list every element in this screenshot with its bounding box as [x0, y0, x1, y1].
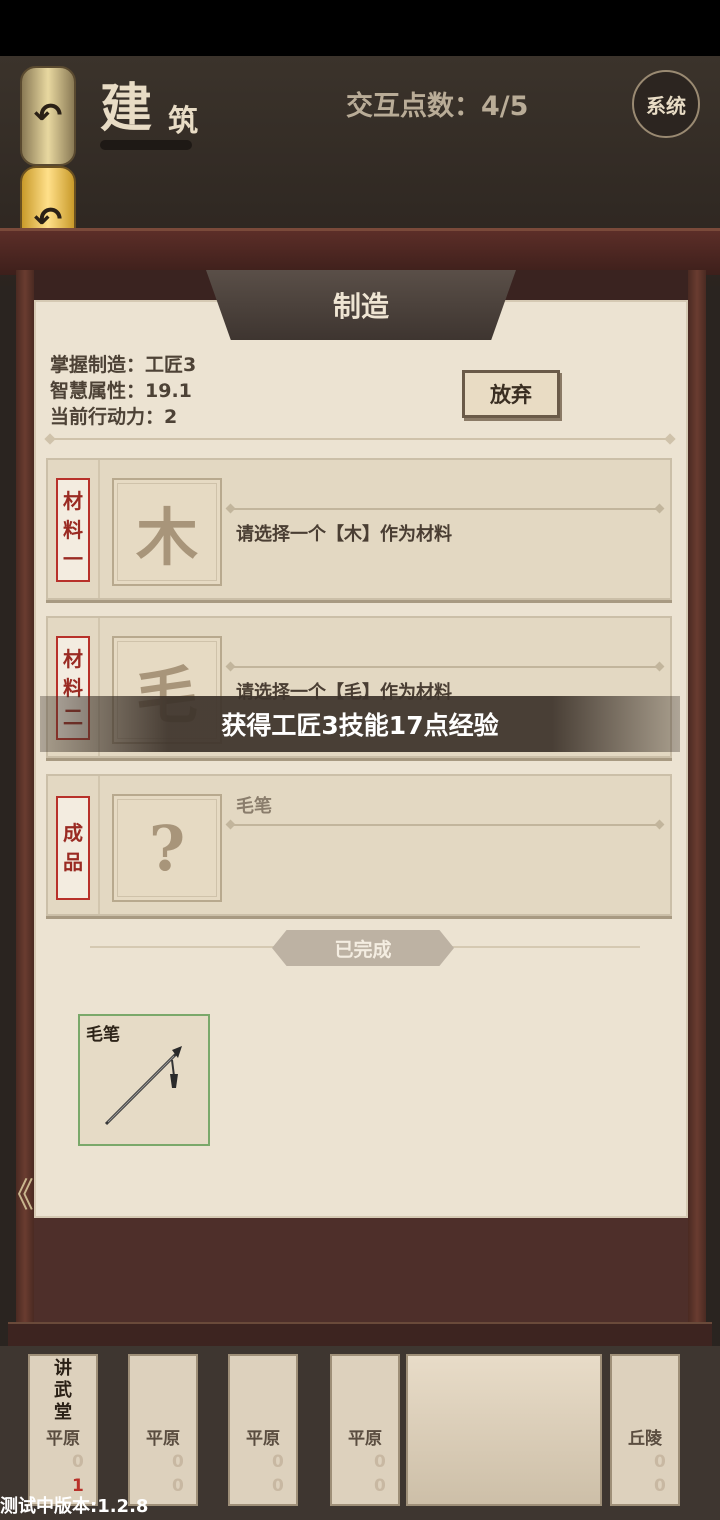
tile-terrain: 丘陵	[628, 1429, 662, 1449]
tile-count: 0	[654, 1476, 666, 1496]
map-tile-1[interactable]: 讲武堂 平原 0 1	[28, 1354, 98, 1506]
toast-message: 获得工匠3技能17点经验	[40, 696, 680, 752]
undo-icon: ↶	[33, 96, 63, 136]
card-divider	[98, 460, 100, 598]
gate-post-right	[688, 270, 706, 1330]
material-card-1[interactable]: 材 料 一 木 请选择一个【木】作为材料	[46, 458, 672, 600]
card-divider	[98, 776, 100, 914]
completed-item[interactable]: 毛笔	[78, 1014, 210, 1146]
card-line	[230, 666, 660, 668]
panel-bottom-decor	[34, 1218, 688, 1322]
page-title: 建	[100, 78, 157, 139]
version-label: 测试中版本:1.2.8	[0, 1496, 149, 1517]
action-points-info: 当前行动力：2	[50, 406, 178, 428]
skill-info: 掌握制造：工匠3	[50, 354, 197, 376]
card-line	[230, 824, 660, 826]
gate-base-beam	[8, 1322, 712, 1348]
tile-count: 0	[374, 1452, 386, 1472]
map-tile-5[interactable]: 丘陵 0 0	[610, 1354, 680, 1506]
page-title-sub: 筑	[168, 104, 198, 139]
tile-terrain: 平原	[348, 1429, 382, 1449]
back-button[interactable]: ↶	[20, 66, 76, 166]
material-slot[interactable]: 木	[112, 478, 222, 586]
product-slot: ?	[112, 794, 222, 902]
map-scene-illustration[interactable]	[406, 1354, 602, 1506]
system-button[interactable]: 系统	[632, 70, 700, 138]
product-name: 毛笔	[236, 796, 272, 817]
tile-count: 0	[272, 1476, 284, 1496]
divider	[50, 438, 670, 440]
panel-tab-title: 制造	[206, 270, 516, 340]
wisdom-info: 智慧属性：19.1	[50, 380, 192, 402]
give-up-button[interactable]: 放弃	[462, 370, 560, 418]
material-tag: 材 料 一	[56, 478, 90, 582]
tile-count: 0	[654, 1452, 666, 1472]
product-card: 成 品 ? 毛笔	[46, 774, 672, 916]
map-tile-4[interactable]: 平原 0 0	[330, 1354, 400, 1506]
tile-count: 0	[72, 1452, 84, 1472]
title-brush-stroke	[100, 140, 192, 150]
tile-count: 0	[172, 1452, 184, 1472]
map-tile-3[interactable]: 平原 0 0	[228, 1354, 298, 1506]
tile-terrain: 平原	[46, 1429, 80, 1449]
card-line	[230, 508, 660, 510]
interact-points: 交互点数：4/5	[346, 91, 529, 122]
brush-icon	[104, 1046, 182, 1126]
gate-beam	[0, 228, 720, 275]
status-bar	[0, 0, 720, 56]
tile-count: 0	[374, 1476, 386, 1496]
tile-count: 0	[272, 1452, 284, 1472]
completed-label: 已完成	[272, 930, 454, 966]
side-expand-arrow[interactable]: 《	[0, 1168, 34, 1217]
tile-terrain: 平原	[146, 1429, 180, 1449]
material-prompt: 请选择一个【木】作为材料	[236, 524, 452, 545]
product-tag: 成 品	[56, 796, 90, 900]
tile-terrain: 平原	[246, 1429, 280, 1449]
tile-building: 讲武堂	[54, 1358, 72, 1423]
map-tile-2[interactable]: 平原 0 0	[128, 1354, 198, 1506]
tile-count: 0	[172, 1476, 184, 1496]
